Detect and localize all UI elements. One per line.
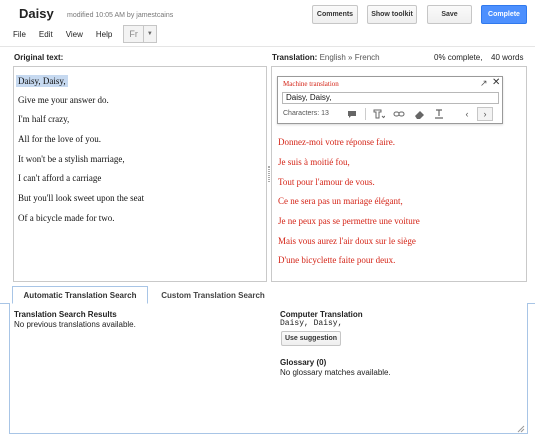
language-select-value: Fr xyxy=(124,26,144,42)
tab-automatic-translation-search[interactable]: Automatic Translation Search xyxy=(12,286,148,304)
search-results-message: No previous translations available. xyxy=(14,320,136,329)
expand-arrow-icon[interactable]: ↗ xyxy=(480,78,488,89)
translated-segment[interactable]: Ce ne sera pas un mariage élégant, xyxy=(278,196,403,206)
machine-translation-title: Machine translation xyxy=(283,80,339,88)
chevron-down-icon: ▼ xyxy=(146,31,153,37)
chevron-left-icon[interactable]: ‹ xyxy=(459,107,475,121)
progress-text: 0% complete, xyxy=(434,53,483,62)
translated-segment[interactable]: Tout pour l'amour de vous. xyxy=(278,177,375,187)
menu-view[interactable]: View xyxy=(66,30,83,39)
character-count: Characters: 13 xyxy=(283,110,329,117)
chevron-right-icon[interactable]: › xyxy=(477,107,493,121)
language-select[interactable]: Fr ▼ xyxy=(123,25,157,43)
original-segment-selected[interactable]: Daisy, Daisy, xyxy=(16,75,68,87)
use-suggestion-button[interactable]: Use suggestion xyxy=(281,331,341,346)
translation-toolbar xyxy=(345,107,452,121)
original-segment[interactable]: But you'll look sweet upon the seat xyxy=(18,193,144,203)
translation-label-heading: Translation: xyxy=(272,53,318,62)
machine-translation-popup: Machine translation ↗ ✕ Daisy, Daisy, Ch… xyxy=(277,76,503,124)
original-segment[interactable]: It won't be a stylish marriage, xyxy=(18,154,125,164)
translated-segment[interactable]: Donnez-moi votre réponse faire. xyxy=(278,137,395,147)
link-icon[interactable] xyxy=(392,108,406,120)
text-format-icon[interactable] xyxy=(372,108,386,120)
translated-segment[interactable]: Je ne peux pas se permettre une voiture xyxy=(278,216,420,226)
original-segment[interactable]: I'm half crazy, xyxy=(18,114,69,124)
glossary-heading: Glossary (0) xyxy=(280,358,327,367)
original-text-label: Original text: xyxy=(14,53,64,62)
document-modified-info: modified 10:05 AM by jamestcains xyxy=(67,12,174,19)
complete-button[interactable]: Complete xyxy=(481,5,527,24)
save-button[interactable]: Save xyxy=(427,5,472,24)
translated-segment[interactable]: Mais vous aurez l'air doux sur le siège xyxy=(278,236,416,246)
close-icon[interactable]: ✕ xyxy=(492,77,500,88)
translation-label: Translation: English » French xyxy=(272,53,380,62)
original-segment[interactable]: Of a bicycle made for two. xyxy=(18,213,114,223)
menu-edit[interactable]: Edit xyxy=(39,30,53,39)
eraser-icon[interactable] xyxy=(412,108,426,120)
original-segment[interactable]: I can't afford a carriage xyxy=(18,173,101,183)
tab-custom-translation-search[interactable]: Custom Translation Search xyxy=(150,286,276,304)
toolbar-divider xyxy=(365,108,366,120)
computer-translation-value: Daisy, Daisy, xyxy=(280,319,343,328)
text-underline-icon[interactable] xyxy=(432,108,446,120)
top-bar: Daisy modified 10:05 AM by jamestcains F… xyxy=(0,0,535,46)
menu-help[interactable]: Help xyxy=(96,30,112,39)
show-toolkit-button[interactable]: Show toolkit xyxy=(367,5,417,24)
pane-splitter-handle[interactable] xyxy=(268,166,270,182)
translated-segment[interactable]: D'une bicyclette faite pour deux. xyxy=(278,255,395,265)
comment-icon[interactable] xyxy=(345,108,359,120)
original-segment[interactable]: All for the love of you. xyxy=(18,134,101,144)
menu-bar: File Edit View Help Fr ▼ xyxy=(13,25,157,43)
comments-button[interactable]: Comments xyxy=(312,5,358,24)
header-divider xyxy=(0,46,535,47)
language-pair: English » French xyxy=(319,53,380,62)
word-count: 40 words xyxy=(491,53,524,62)
menu-file[interactable]: File xyxy=(13,30,26,39)
computer-translation-heading: Computer Translation xyxy=(280,310,363,319)
translated-segment[interactable]: Je suis à moitié fou, xyxy=(278,157,350,167)
translation-input[interactable]: Daisy, Daisy, xyxy=(282,92,499,104)
glossary-message: No glossary matches available. xyxy=(280,368,391,377)
original-segment[interactable]: Give me your answer do. xyxy=(18,95,109,105)
document-title: Daisy xyxy=(19,6,54,21)
resize-grip-icon[interactable] xyxy=(516,424,525,433)
search-results-heading: Translation Search Results xyxy=(14,310,117,319)
